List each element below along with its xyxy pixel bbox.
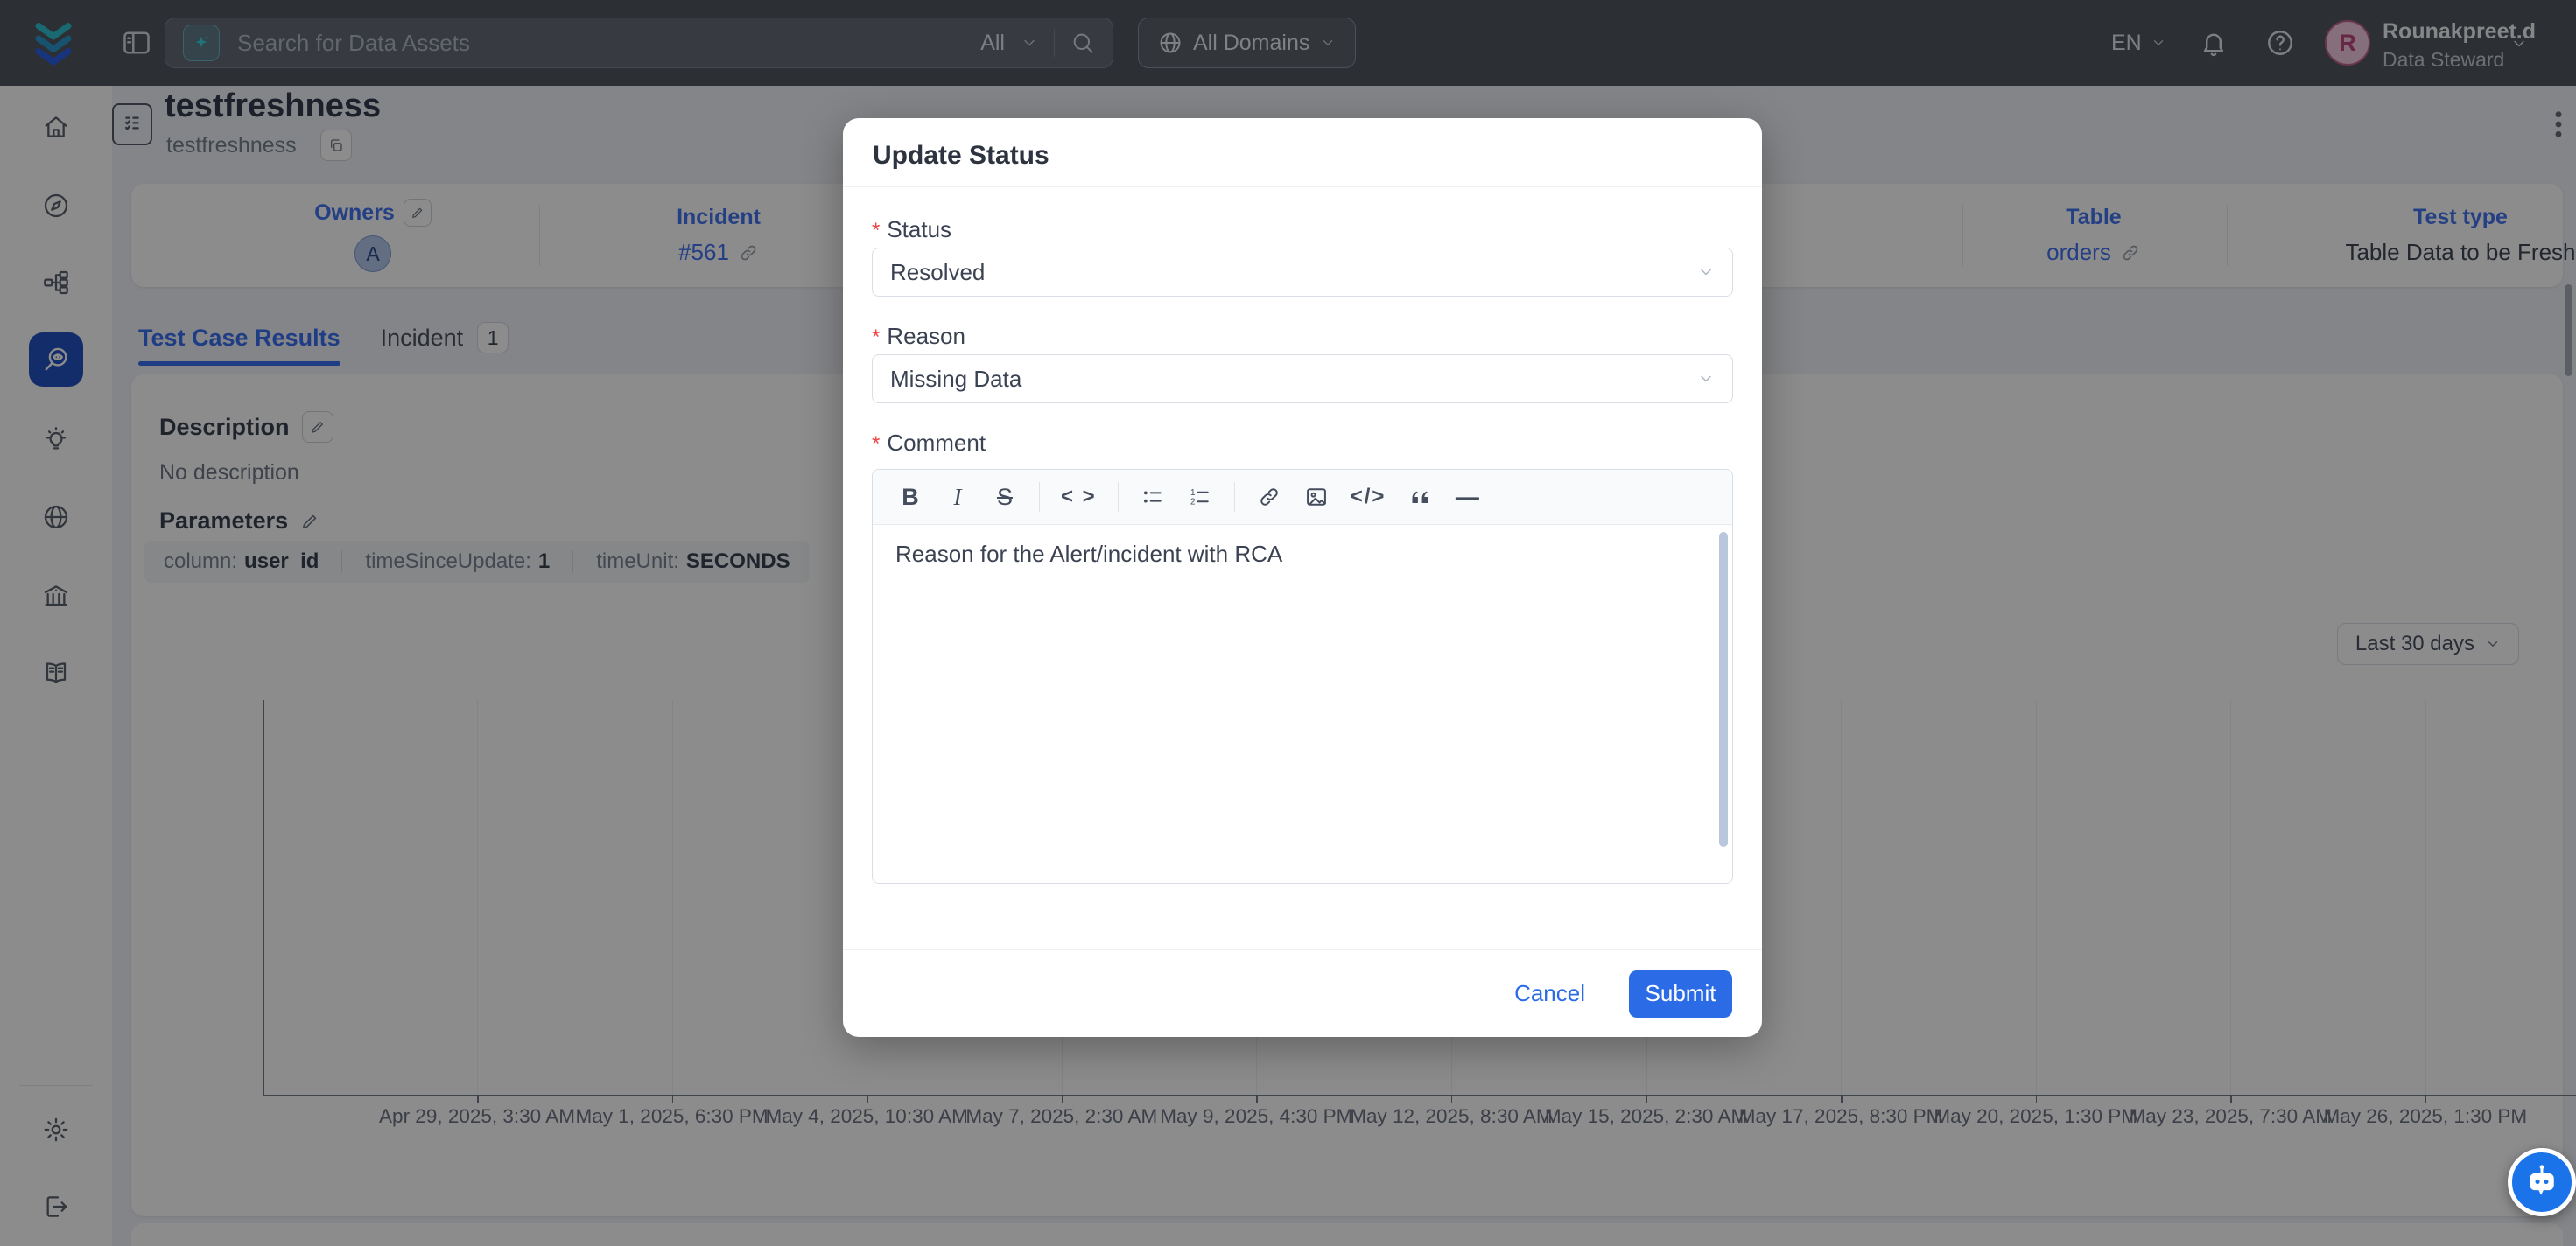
- robot-icon: [2523, 1163, 2561, 1201]
- strikethrough-button[interactable]: S: [992, 482, 1018, 512]
- modal-title: Update Status: [873, 141, 1049, 171]
- submit-button[interactable]: Submit: [1629, 970, 1732, 1018]
- code-block-button[interactable]: </>: [1351, 482, 1386, 512]
- chat-assistant-button[interactable]: [2508, 1148, 2576, 1216]
- modal-footer: Cancel Submit: [843, 949, 1762, 1037]
- status-field-label: *Status: [872, 216, 951, 243]
- chevron-down-icon: [1697, 370, 1715, 388]
- reason-select[interactable]: Missing Data: [872, 354, 1733, 403]
- required-asterisk: *: [872, 219, 880, 242]
- numbered-list-button[interactable]: 12: [1187, 482, 1213, 512]
- application-window: All All Domains EN R Rounakpreet.d Data …: [0, 0, 2576, 1246]
- status-select[interactable]: Resolved: [872, 248, 1733, 297]
- update-status-modal: Update Status *Status Resolved *Reason M…: [843, 118, 1762, 1037]
- editor-scrollbar-thumb[interactable]: [1719, 532, 1728, 847]
- reason-selected-value: Missing Data: [890, 366, 1021, 393]
- svg-text:2: 2: [1190, 498, 1196, 508]
- required-asterisk: *: [872, 326, 880, 349]
- toolbar-separator: [1234, 482, 1235, 512]
- inline-code-button[interactable]: < >: [1061, 482, 1097, 512]
- toolbar-separator: [1118, 482, 1119, 512]
- chevron-down-icon: [1697, 263, 1715, 281]
- reason-field-label: *Reason: [872, 323, 965, 350]
- italic-button[interactable]: I: [944, 482, 971, 512]
- insert-link-button[interactable]: [1256, 482, 1282, 512]
- insert-image-button[interactable]: [1303, 482, 1330, 512]
- horizontal-rule-button[interactable]: —: [1454, 482, 1480, 512]
- comment-text[interactable]: Reason for the Alert/incident with RCA: [895, 541, 1282, 568]
- comment-rich-text-editor[interactable]: B I S < > 12 </>: [872, 469, 1733, 884]
- bold-button[interactable]: B: [897, 482, 923, 512]
- cancel-button[interactable]: Cancel: [1509, 979, 1590, 1008]
- svg-text:1: 1: [1190, 488, 1196, 498]
- required-asterisk: *: [872, 432, 880, 456]
- comment-field-label: *Comment: [872, 430, 986, 457]
- editor-toolbar: B I S < > 12 </>: [873, 470, 1732, 525]
- status-selected-value: Resolved: [890, 259, 985, 286]
- toolbar-separator: [1039, 482, 1040, 512]
- bullet-list-button[interactable]: [1140, 482, 1166, 512]
- quote-button[interactable]: [1407, 482, 1433, 512]
- modal-header-divider: [843, 186, 1762, 187]
- editor-content-area[interactable]: Reason for the Alert/incident with RCA: [873, 525, 1732, 884]
